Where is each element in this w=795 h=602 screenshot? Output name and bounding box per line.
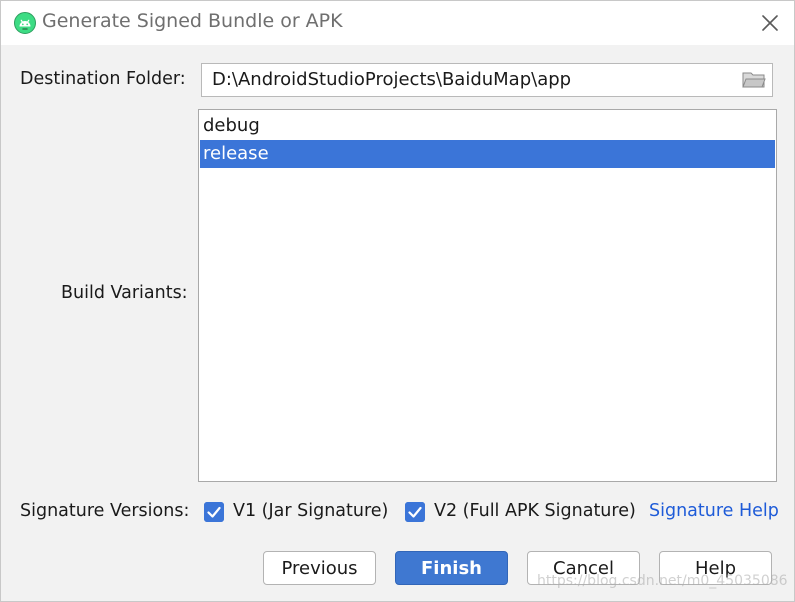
v1-checkbox[interactable] <box>204 502 224 522</box>
v1-checkbox-label[interactable]: V1 (Jar Signature) <box>233 501 388 521</box>
watermark: https://blog.csdn.net/m0_45035086 <box>537 573 788 589</box>
finish-button[interactable]: Finish <box>395 551 508 585</box>
generate-signed-apk-dialog: Generate Signed Bundle or APK Destinatio… <box>0 0 795 602</box>
close-icon[interactable] <box>757 10 783 36</box>
signature-help-link[interactable]: Signature Help <box>649 501 779 521</box>
destination-folder-field[interactable]: D:\AndroidStudioProjects\BaiduMap\app <box>201 63 773 97</box>
folder-icon[interactable] <box>742 70 766 90</box>
android-studio-icon <box>14 12 36 34</box>
destination-folder-label: Destination Folder: <box>20 69 186 89</box>
destination-folder-value: D:\AndroidStudioProjects\BaiduMap\app <box>212 69 572 90</box>
title-bar[interactable]: Generate Signed Bundle or APK <box>1 1 794 45</box>
previous-button[interactable]: Previous <box>263 551 376 585</box>
list-item-debug[interactable]: debug <box>200 112 775 140</box>
v2-checkbox-label[interactable]: V2 (Full APK Signature) <box>434 501 636 521</box>
dialog-title: Generate Signed Bundle or APK <box>42 10 343 32</box>
build-variants-list[interactable]: debug release <box>198 109 777 482</box>
build-variants-label: Build Variants: <box>61 283 188 303</box>
v2-checkbox[interactable] <box>405 502 425 522</box>
list-item-release[interactable]: release <box>200 140 775 168</box>
signature-versions-label: Signature Versions: <box>20 501 190 521</box>
